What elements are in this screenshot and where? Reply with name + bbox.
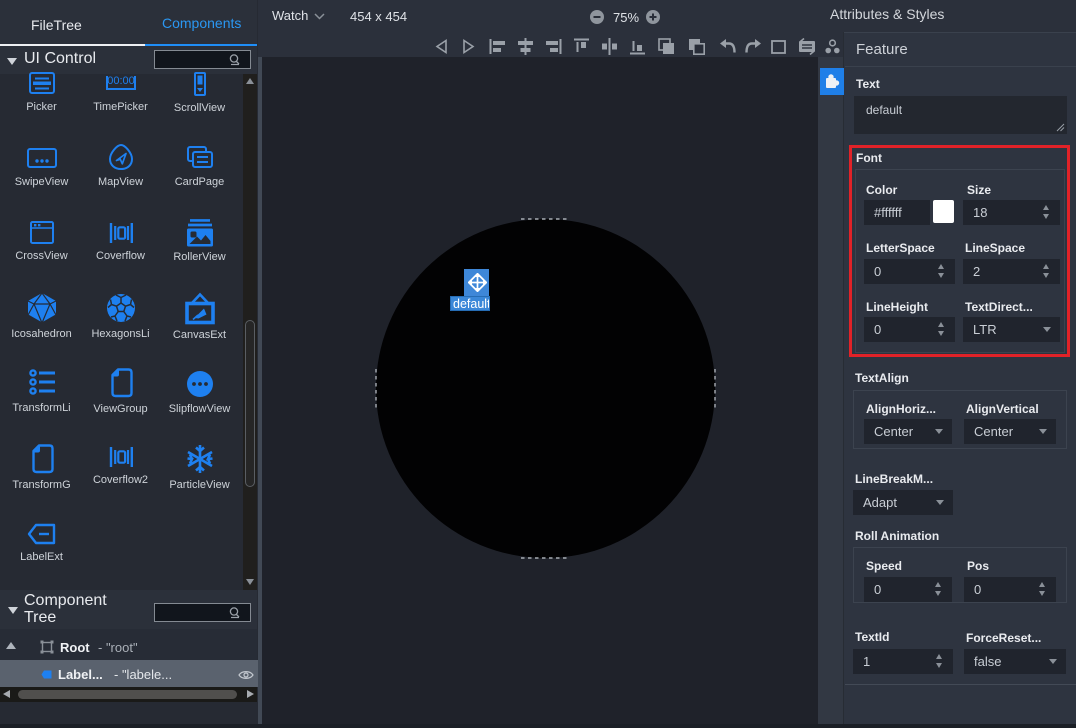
- svg-text:00:00: 00:00: [107, 75, 135, 87]
